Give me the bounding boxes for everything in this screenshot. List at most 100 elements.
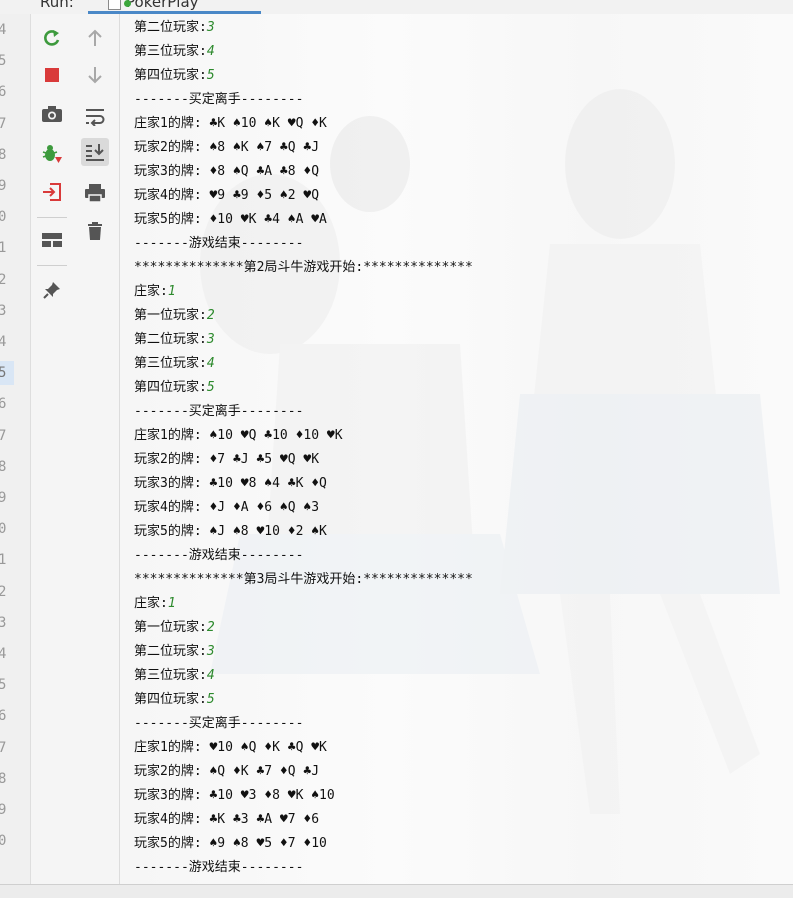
print-button[interactable] (81, 179, 109, 207)
console-line: 玩家5的牌: ♠9 ♠8 ♥5 ♦7 ♦10 (134, 832, 327, 856)
console-line: 第三位玩家:4 (134, 664, 215, 688)
console-line-number: 5 (206, 68, 215, 83)
rerun-button[interactable] (38, 24, 66, 52)
scroll-to-end-button[interactable] (81, 138, 109, 166)
console-line-text: 玩家3的牌: ♦8 ♠Q ♣A ♣8 ♦Q (134, 164, 320, 179)
console-line-text: 第三位玩家: (134, 668, 207, 683)
stop-icon (45, 68, 59, 82)
trash-icon (88, 222, 102, 240)
console-line-number: 3 (206, 332, 215, 347)
line-number: 0 (0, 517, 12, 541)
console-line: -------游戏结束-------- (134, 544, 303, 568)
scroll-to-end-icon (86, 144, 104, 161)
console-line-number: 4 (206, 668, 215, 683)
console-line-text: 玩家3的牌: ♣10 ♥8 ♠4 ♣K ♦Q (134, 476, 327, 491)
console-line-text: 第一位玩家: (134, 308, 207, 323)
console-line-text: -------买定离手-------- (134, 92, 304, 107)
tab-pokerplay[interactable]: PokerPlay (108, 0, 199, 11)
line-number: 8 (0, 455, 12, 479)
toolbar-separator (37, 265, 67, 266)
console-line-text: 第一位玩家: (134, 620, 207, 635)
debug-icon (42, 145, 62, 163)
console-line-text: -------游戏结束-------- (134, 548, 304, 563)
clear-all-button[interactable] (81, 217, 109, 245)
console-line-text: 第三位玩家: (134, 356, 207, 371)
console-line-text: 第二位玩家: (134, 20, 207, 35)
console-line-text: 玩家3的牌: ♣10 ♥3 ♦8 ♥K ♠10 (134, 788, 335, 803)
console-line-text: 玩家5的牌: ♠J ♠8 ♥10 ♦2 ♠K (134, 524, 327, 539)
console-line-number: 5 (206, 380, 215, 395)
line-number: 4 (0, 642, 12, 666)
console-line: 第二位玩家:3 (134, 328, 215, 352)
console-line: 庄家1的牌: ♥10 ♠Q ♦K ♣Q ♥K (134, 736, 327, 760)
console-line-text: -------买定离手-------- (134, 404, 304, 419)
console-line: 第四位玩家:5 (134, 688, 215, 712)
console-line: -------买定离手-------- (134, 400, 303, 424)
console-line: 庄家:1 (134, 592, 176, 616)
down-button[interactable] (81, 61, 109, 89)
line-number: 7 (0, 424, 12, 448)
tab-pokerplay-label: PokerPlay (126, 0, 199, 11)
debug-button[interactable] (38, 140, 66, 168)
console-line-number: 3 (206, 644, 215, 659)
console-line: 玩家4的牌: ♦J ♦A ♦6 ♠Q ♠3 (134, 496, 319, 520)
restore-layout-button[interactable] (38, 226, 66, 254)
line-number: 0 (0, 829, 12, 853)
console-line: 玩家2的牌: ♠8 ♠K ♠7 ♣Q ♣J (134, 136, 319, 160)
pin-icon (43, 282, 60, 299)
console-line: 玩家4的牌: ♥9 ♣9 ♦5 ♠2 ♥Q (134, 184, 319, 208)
console-line: -------买定离手-------- (134, 88, 303, 112)
console-line: 玩家2的牌: ♠Q ♦K ♣7 ♦Q ♣J (134, 760, 319, 784)
console-line-text: 庄家: (134, 596, 168, 611)
print-icon (85, 184, 105, 203)
console-line: 玩家4的牌: ♣K ♣3 ♣A ♥7 ♦6 (134, 808, 319, 832)
console-line-number: 1 (167, 596, 176, 611)
console-line: 第一位玩家:2 (134, 304, 215, 328)
console-line-text: 玩家4的牌: ♥9 ♣9 ♦5 ♠2 ♥Q (134, 188, 320, 203)
console-line-number: 4 (206, 44, 215, 59)
console-line-text: 庄家1的牌: ♣K ♠10 ♠K ♥Q ♦K (134, 116, 327, 131)
console-line-number: 5 (206, 692, 215, 707)
pin-tab-button[interactable] (38, 276, 66, 304)
console-line-text: 玩家5的牌: ♠9 ♠8 ♥5 ♦7 ♦10 (134, 836, 327, 851)
console-output[interactable]: 第二位玩家:3 第三位玩家:4 第四位玩家:5 -------买定离手--------… (120, 14, 793, 884)
console-line-text: 庄家1的牌: ♠10 ♥Q ♣10 ♦10 ♥K (134, 428, 343, 443)
line-number: 5 (0, 361, 14, 386)
screenshot-button[interactable] (38, 100, 66, 128)
console-line-text: -------买定离手-------- (134, 716, 304, 731)
line-number: 0 (0, 205, 12, 229)
line-number: 5 (0, 49, 12, 73)
stop-button[interactable] (38, 61, 66, 89)
line-number-gutter: 4 5 6 7 8 9 0 1 2 3 4 5 6 7 8 9 0 1 2 3 4 5 6 7 8 9 0 (0, 14, 31, 884)
console-line: -------买定离手-------- (134, 712, 303, 736)
console-line: 庄家1的牌: ♠10 ♥Q ♣10 ♦10 ♥K (134, 424, 343, 448)
run-tab-label: Run: (40, 0, 74, 11)
console-line: **************第3局斗牛游戏开始:************** (134, 568, 473, 592)
class-file-icon (108, 0, 121, 10)
console-line: 玩家3的牌: ♦8 ♠Q ♣A ♣8 ♦Q (134, 160, 319, 184)
console-line: 第四位玩家:5 (134, 64, 215, 88)
line-number: 9 (0, 798, 12, 822)
line-number: 7 (0, 112, 12, 136)
up-button[interactable] (81, 24, 109, 52)
console-line: 第三位玩家:4 (134, 352, 215, 376)
console-line-number: 2 (206, 620, 215, 635)
console-line-number: 1 (167, 284, 176, 299)
bottom-edge (0, 884, 793, 898)
console-line-number: 4 (206, 356, 215, 371)
line-number: 7 (0, 736, 12, 760)
console-line-text: 玩家5的牌: ♦10 ♥K ♣4 ♠A ♥A (134, 212, 327, 227)
console-line: 玩家5的牌: ♠J ♠8 ♥10 ♦2 ♠K (134, 520, 327, 544)
console-line: 玩家3的牌: ♣10 ♥8 ♠4 ♣K ♦Q (134, 472, 327, 496)
exit-button[interactable] (38, 178, 66, 206)
exit-icon (43, 183, 61, 201)
console-line-text: 第四位玩家: (134, 692, 207, 707)
tool-window-tab-strip: Run: PokerPlay (0, 0, 793, 15)
console-line-number: 2 (206, 308, 215, 323)
console-line: 玩家2的牌: ♦7 ♣J ♣5 ♥Q ♥K (134, 448, 319, 472)
rerun-icon (44, 30, 60, 46)
console-line: 第一位玩家:2 (134, 616, 215, 640)
line-number: 5 (0, 673, 12, 697)
soft-wrap-button[interactable] (81, 102, 109, 130)
running-indicator-icon (124, 0, 131, 7)
